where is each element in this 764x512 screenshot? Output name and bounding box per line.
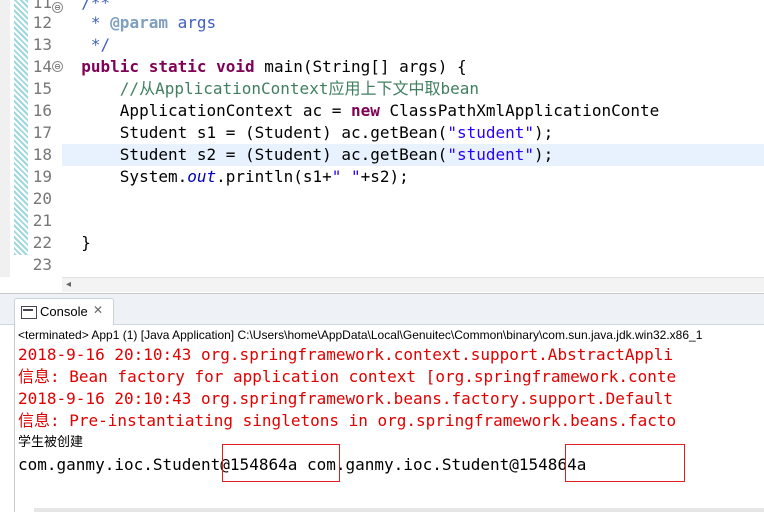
code-line[interactable]: Student s1 = (Student) ac.getBean("stude… [62,122,764,144]
code-line[interactable]: //从ApplicationContext应用上下文中取bean [62,78,764,100]
line-number: 18 [32,145,52,164]
code-text: } [81,233,91,252]
code-line[interactable]: * @param args [62,12,764,34]
scroll-left-arrow-icon[interactable]: ◂ [66,278,71,292]
code-text: ApplicationContext ac = new ClassPathXml… [119,101,660,120]
line-number: 16 [32,101,52,120]
code-text: Student s2 = (Student) ac.getBean("stude… [119,145,554,164]
code-line[interactable]: } [62,232,764,254]
console-divider [14,324,15,512]
line-number: 19 [32,167,52,186]
highlight-box [222,444,340,482]
code-text: Student s1 = (Student) ac.getBean("stude… [119,123,554,142]
console-output-line: 信息: Pre-instantiating singletons in org.… [18,411,677,430]
line-number: 12 [32,13,52,32]
javadoc-text: /** [81,0,111,12]
code-editor[interactable]: 11 12 13 14 15 16 17 18 19 20 21 22 23 ⊖… [0,0,764,277]
code-line[interactable]: ApplicationContext ac = new ClassPathXml… [62,100,764,122]
javadoc-text: */ [81,35,111,54]
editor-horizontal-scrollbar[interactable]: ◂ [62,277,764,292]
console-tab-bar: Console ✕ [0,294,764,325]
line-number: 22 [32,233,52,252]
console-tab-label: Console [40,304,88,319]
editor-left-strip [0,0,10,277]
tab-console[interactable]: Console ✕ [14,298,114,325]
launch-status: <terminated> App1 (1) [Java Application]… [18,328,703,342]
code-line[interactable]: */ [62,34,764,56]
console-output-line: 2018-9-16 20:10:43 org.springframework.c… [18,345,674,364]
line-number: 15 [32,79,52,98]
code-line[interactable]: public static void main(String[] args) { [62,56,764,78]
line-number: 13 [32,35,52,54]
code-text: public static void main(String[] args) { [81,57,467,76]
console-output-line: 2018-9-16 20:10:43 org.springframework.b… [18,389,674,408]
comment-text: //从ApplicationContext应用上下文中取bean [119,79,479,98]
javadoc-text: * @param args [81,13,217,32]
line-number: 17 [32,123,52,142]
line-number: 23 [32,255,52,274]
code-text: System.out.println(s1+" "+s2); [119,167,409,186]
line-number: 14 [32,57,52,76]
line-number: 21 [32,211,52,230]
console-icon [21,306,37,319]
current-code-line[interactable]: Student s2 = (Student) ac.getBean("stude… [62,144,764,166]
line-number: 20 [32,189,52,208]
code-line[interactable]: System.out.println(s1+" "+s2); [62,166,764,188]
close-icon[interactable]: ✕ [93,303,103,317]
console-view: Console ✕ <terminated> App1 (1) [Java Ap… [0,293,764,512]
change-ruler [14,0,28,255]
highlight-box [565,444,685,482]
console-horizontal-scrollbar[interactable] [34,508,764,512]
console-output-line: 信息: Bean factory for application context… [18,367,677,386]
